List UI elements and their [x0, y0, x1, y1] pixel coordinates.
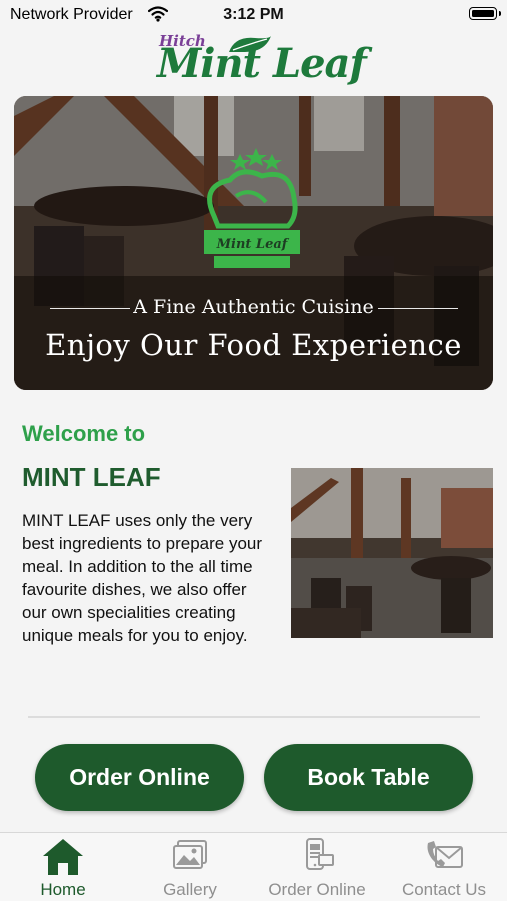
app-logo: Hitch Mint Leaf [153, 30, 367, 92]
intro-description: MINT LEAF uses only the very best ingred… [22, 511, 263, 645]
contact-mail-icon [427, 841, 463, 868]
book-table-button[interactable]: Book Table [264, 744, 473, 811]
home-icon [43, 839, 83, 875]
status-bar: Network Provider 3:12 PM [0, 0, 507, 30]
status-time: 3:12 PM [223, 6, 284, 23]
tab-contact-us-label: Contact Us [401, 880, 487, 899]
section-divider [28, 716, 480, 718]
tab-gallery-label: Gallery [163, 880, 217, 899]
chef-hat-emblem-icon: Mint Leaf [204, 148, 300, 268]
hero-banner: Mint Leaf A Fine Authentic Cuisine Enjoy… [14, 96, 493, 390]
welcome-heading: Welcome to [22, 421, 146, 446]
hero-subtitle: A Fine Authentic Cuisine [133, 296, 374, 318]
battery-icon [469, 7, 501, 20]
order-online-icon [306, 838, 334, 870]
brand-heading: MINT LEAF [22, 462, 161, 492]
hero-title: Enjoy Our Food Experience [45, 328, 462, 362]
tab-contact-us[interactable]: Contact Us [381, 833, 507, 901]
order-online-button[interactable]: Order Online [35, 744, 244, 811]
tab-home[interactable]: Home [0, 833, 126, 901]
bottom-tab-bar: Home Gallery Order Online Contact Us [0, 832, 507, 901]
mint-leaf-icon [229, 36, 271, 52]
tab-home-label: Home [40, 880, 86, 899]
tab-order-online[interactable]: Order Online [254, 833, 380, 901]
dining-room-photo [291, 468, 493, 638]
emblem-text: Mint Leaf [216, 237, 290, 252]
gallery-icon [173, 840, 207, 869]
tab-gallery[interactable]: Gallery [127, 833, 253, 901]
tab-order-online-label: Order Online [268, 880, 366, 899]
hero-divider-right [378, 308, 458, 309]
